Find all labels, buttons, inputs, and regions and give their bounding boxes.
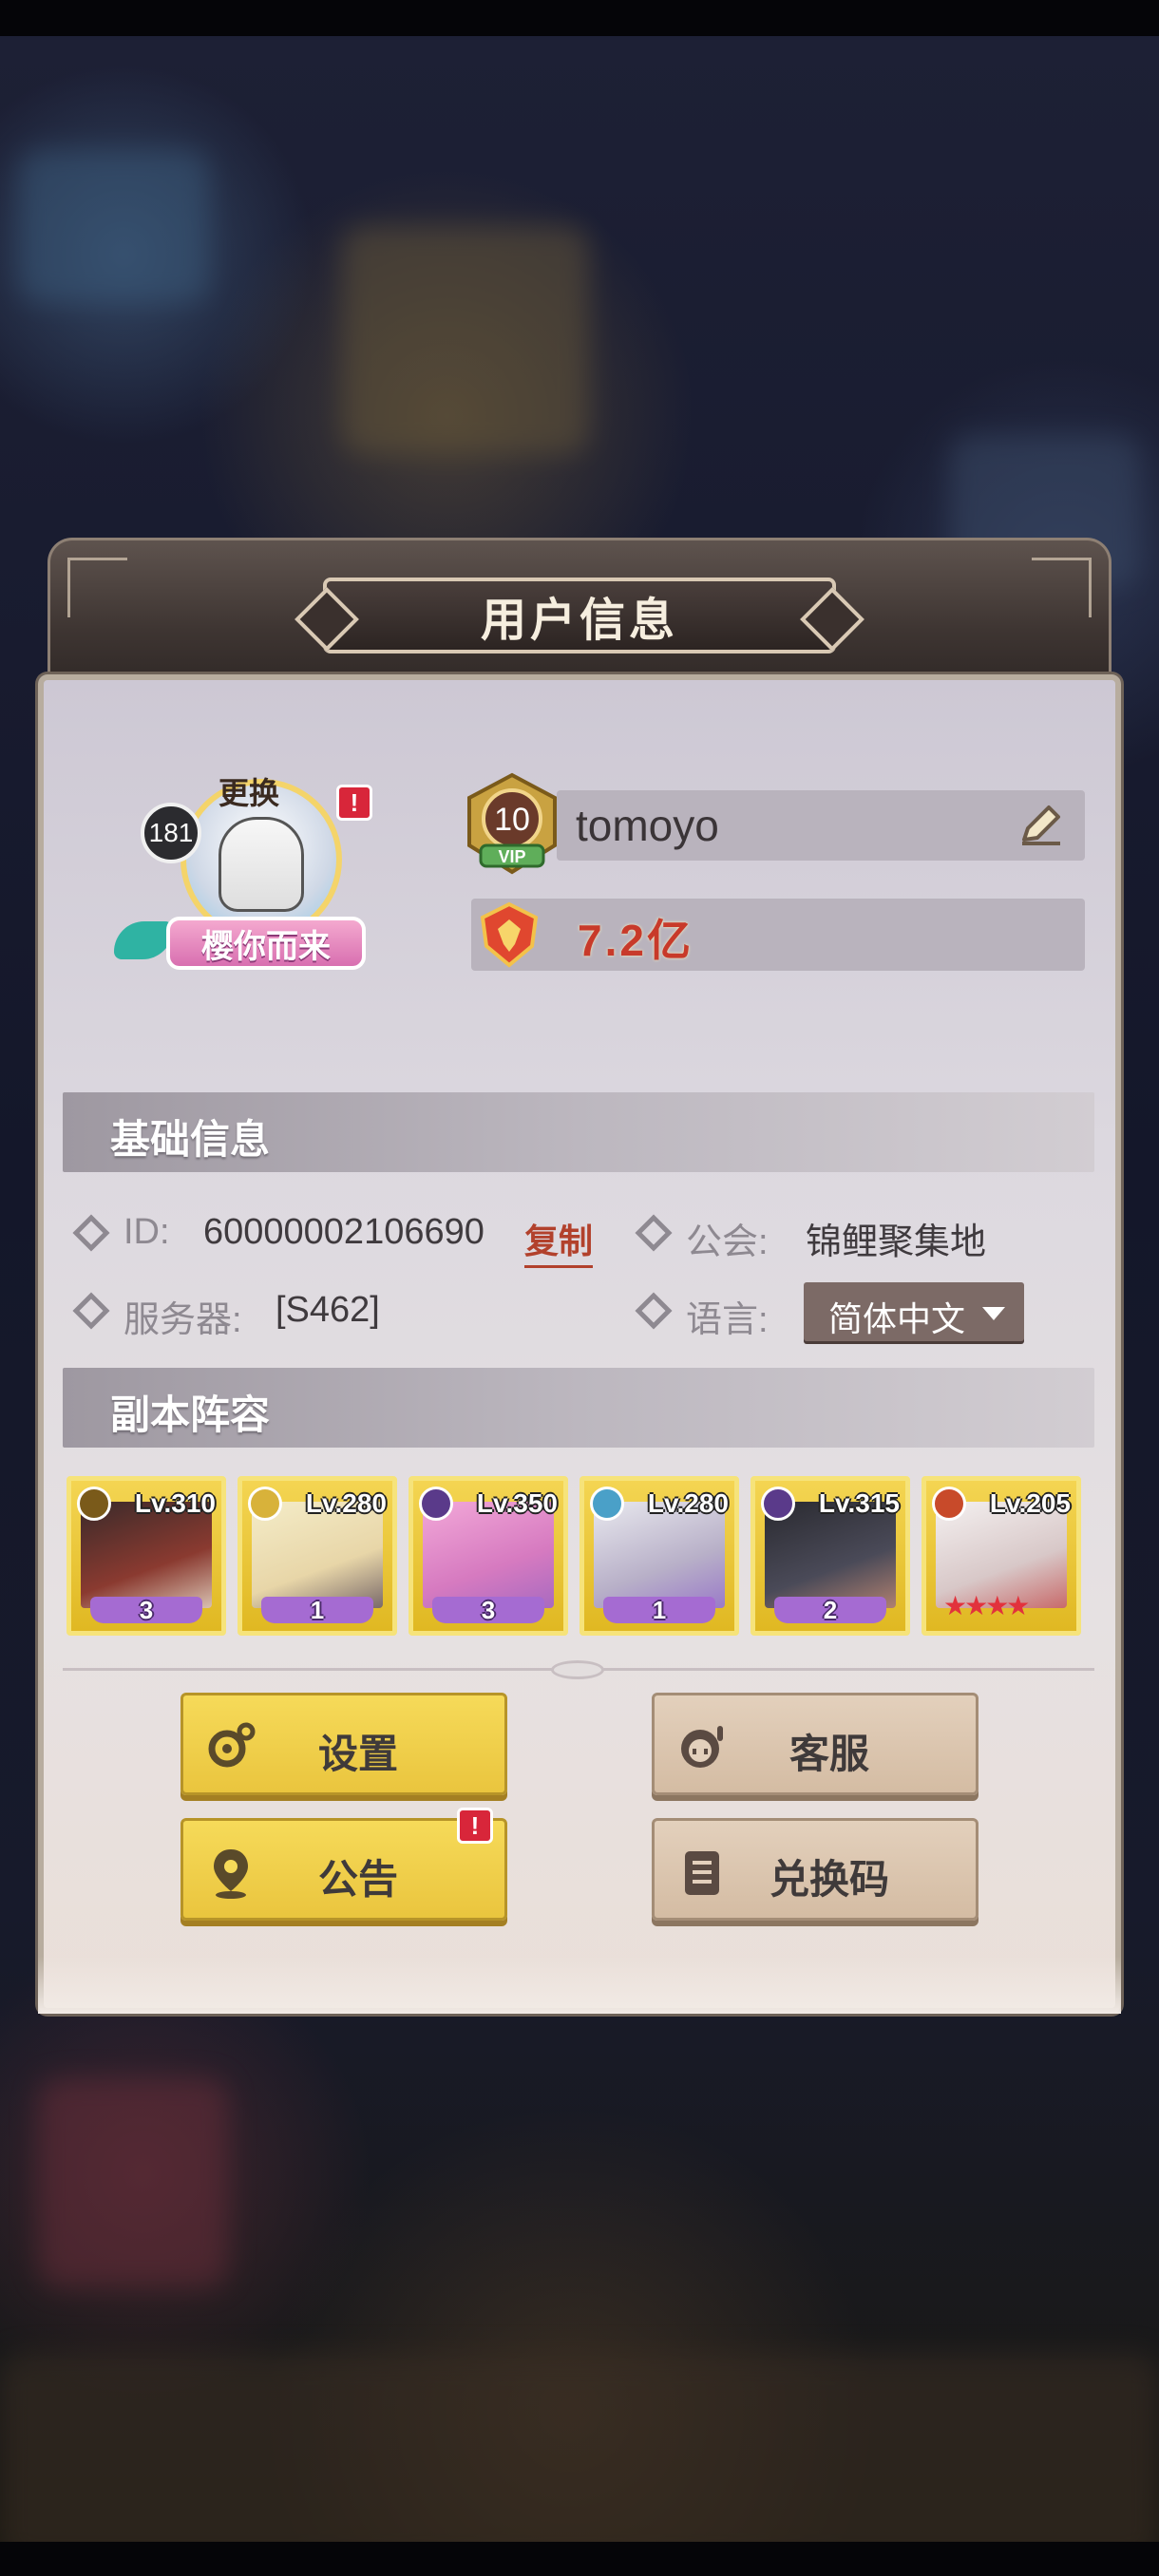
redeem-code-button[interactable]: 兑换码: [652, 1818, 978, 1921]
chevron-down-icon: [982, 1307, 1005, 1320]
hero-stars: 2: [823, 1596, 838, 1624]
edit-name-icon[interactable]: [1015, 798, 1068, 851]
bird-decoration-icon: [114, 921, 173, 959]
element-icon: [761, 1487, 795, 1521]
server-label: 服务器:: [124, 1300, 242, 1340]
server-bullet-icon: [72, 1292, 110, 1330]
language-label: 语言:: [686, 1300, 769, 1340]
divider-ornament: [551, 1660, 604, 1679]
customer-service-button[interactable]: 客服: [652, 1693, 978, 1795]
hero-slot-6[interactable]: Lv.205 ★★★★: [922, 1476, 1081, 1636]
change-avatar-label[interactable]: 更换: [218, 769, 279, 813]
hero-slot-4[interactable]: Lv.280 1: [580, 1476, 739, 1636]
dialog-title-plate: 用户信息: [294, 578, 864, 653]
hero-level: Lv.315: [818, 1488, 900, 1518]
vip-badge-icon: 10 VIP: [467, 772, 557, 875]
hero-stars: ★★★★: [943, 1591, 1030, 1620]
notice-alert-icon: !: [457, 1808, 493, 1844]
hero-level: Lv.350: [476, 1488, 558, 1518]
hero-level: Lv.280: [305, 1488, 387, 1518]
id-bullet-icon: [72, 1214, 110, 1252]
dialog-title: 用户信息: [480, 596, 678, 646]
avatar-title-banner: 樱你而来: [166, 917, 366, 970]
id-label: ID:: [124, 1212, 170, 1252]
combat-power-value: 7.2亿: [578, 916, 694, 965]
account-level-badge: 181: [141, 803, 201, 863]
guild-bullet-icon: [635, 1214, 673, 1252]
element-icon: [590, 1487, 624, 1521]
notice-button[interactable]: 公告 !: [180, 1808, 507, 1921]
basic-info-title: 基础信息: [110, 1117, 271, 1162]
hero-stars: 3: [481, 1596, 496, 1624]
lineup-title: 副本阵容: [110, 1392, 271, 1437]
language-bullet-icon: [635, 1292, 673, 1330]
notice-label: 公告: [317, 1857, 398, 1902]
element-icon: [77, 1487, 111, 1521]
avatar-portrait: [218, 817, 304, 912]
element-icon: [932, 1487, 966, 1521]
copy-id-button[interactable]: 复制: [524, 1214, 594, 1268]
hero-stars: 1: [310, 1596, 325, 1624]
status-bar: [0, 0, 1159, 36]
server-value: [S462]: [276, 1290, 380, 1330]
guild-label: 公会:: [686, 1222, 769, 1262]
customer-service-label: 客服: [788, 1732, 869, 1776]
vip-level: 10: [494, 802, 530, 838]
id-value: 60000002106690: [203, 1212, 484, 1252]
hero-slot-2[interactable]: Lv.280 1: [238, 1476, 397, 1636]
hero-slot-5[interactable]: Lv.315 2: [750, 1476, 910, 1636]
settings-label: 设置: [317, 1732, 398, 1776]
combat-power-icon: [480, 901, 539, 968]
panel-bottom-ornament: [38, 1957, 1121, 2014]
combat-power-bar: [471, 899, 1085, 971]
basic-info-header: 基础信息: [63, 1092, 1094, 1172]
redeem-code-label: 兑换码: [769, 1857, 889, 1902]
language-value: 简体中文: [828, 1299, 966, 1338]
hero-slot-3[interactable]: Lv.350 3: [408, 1476, 568, 1636]
guild-value: 锦鲤聚集地: [806, 1222, 987, 1262]
element-icon: [248, 1487, 282, 1521]
hero-stars: 3: [139, 1596, 154, 1624]
vip-label: VIP: [498, 847, 525, 866]
username: tomoyo: [576, 801, 719, 850]
nav-bar: [0, 2542, 1159, 2576]
hero-slot-1[interactable]: Lv.310 3: [66, 1476, 226, 1636]
hero-level: Lv.310: [134, 1488, 216, 1518]
avatar-alert-icon: !: [336, 785, 372, 821]
hero-stars: 1: [652, 1596, 667, 1624]
language-select[interactable]: 简体中文: [804, 1282, 1024, 1341]
hero-level: Lv.280: [647, 1488, 729, 1518]
settings-button[interactable]: 设置: [180, 1693, 507, 1795]
element-icon: [419, 1487, 453, 1521]
lineup-header: 副本阵容: [63, 1368, 1094, 1448]
hero-level: Lv.205: [989, 1488, 1071, 1518]
avatar[interactable]: 181 更换 ! 樱你而来: [114, 760, 399, 997]
